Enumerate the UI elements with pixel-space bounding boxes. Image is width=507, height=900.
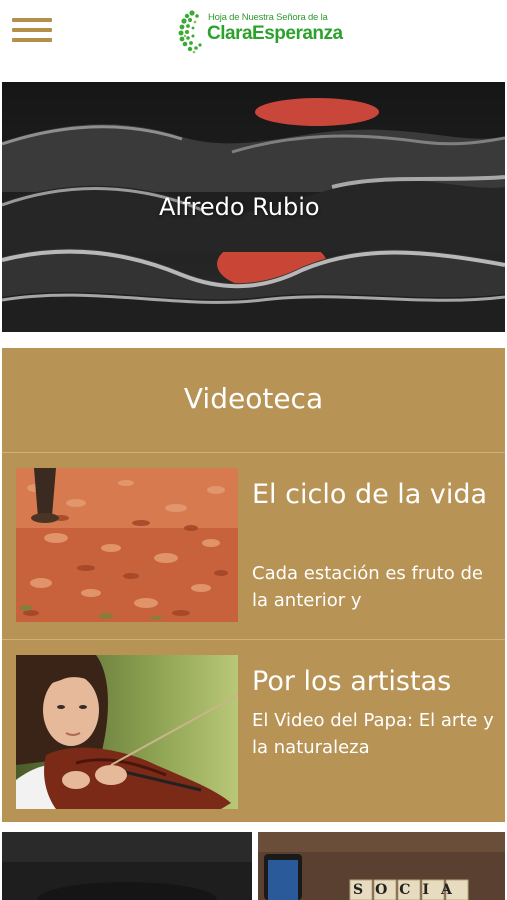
video-thumbnail (16, 655, 238, 809)
site-logo[interactable]: Hoja de Nuestra Señora de la ClaraEspera… (178, 8, 343, 56)
menu-line (12, 18, 52, 22)
logo-wordmark: ClaraEsperanza (207, 23, 343, 44)
video-title[interactable]: Por los artistas (252, 663, 497, 700)
menu-line (12, 38, 52, 42)
violinist-image (16, 655, 238, 809)
video-description: El Video del Papa: El arte y la naturale… (252, 710, 494, 758)
hero-banner[interactable]: Alfredo Rubio (2, 82, 505, 332)
divider (2, 639, 505, 640)
logo-tagline: Hoja de Nuestra Señora de la (208, 12, 328, 23)
article-tile[interactable] (2, 832, 252, 900)
article-tile[interactable]: SOCIA (258, 832, 505, 900)
menu-line (12, 28, 52, 32)
top-bar: Hoja de Nuestra Señora de la ClaraEspera… (0, 0, 507, 80)
video-thumbnail (16, 468, 238, 622)
video-card[interactable]: El ciclo de la vida Cada estación es fru… (2, 454, 505, 632)
section-heading: Videoteca (183, 382, 324, 415)
hamburger-menu-icon[interactable] (12, 14, 54, 46)
hero-title: Alfredo Rubio (159, 193, 320, 221)
video-title[interactable]: El ciclo de la vida (252, 476, 497, 513)
video-description: Cada estación es fruto de la anterior y (252, 563, 483, 611)
video-card[interactable]: Por los artistas El Video del Papa: El a… (2, 641, 505, 819)
videoteca-section: Videoteca El ciclo de la vida Cada estac… (2, 348, 505, 822)
tile-image (2, 832, 252, 900)
divider (2, 452, 505, 453)
leaf-logo-icon (178, 10, 202, 54)
tile-letters: SOCIA (353, 882, 464, 898)
autumn-leaves-image (16, 468, 238, 622)
